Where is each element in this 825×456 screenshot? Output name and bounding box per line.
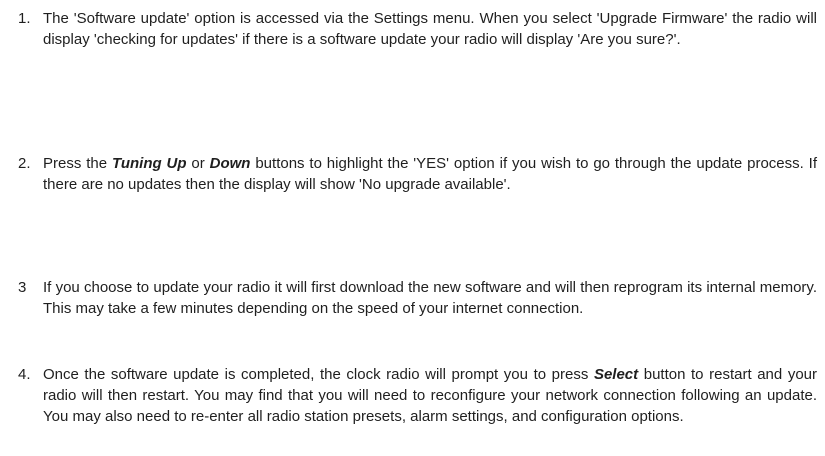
step-3-text: If you choose to update your radio it wi…: [43, 279, 817, 317]
step-number: 4.: [18, 366, 31, 383]
step-text: Once the software update is completed, t…: [43, 364, 817, 427]
tuning-up-button-label: Tuning Up: [111, 155, 187, 172]
step-text: Press the Tuning Up or Down buttons to h…: [43, 153, 817, 195]
step-number: 3: [18, 279, 27, 296]
step-1-text: The 'Software update' option is accessed…: [43, 10, 817, 48]
step-text: If you choose to update your radio it wi…: [43, 277, 817, 319]
step-number: 1.: [18, 10, 31, 27]
step-2-text-before: Press the: [43, 155, 112, 172]
step-2-text-middle: or: [186, 155, 210, 172]
step-number: 2.: [18, 155, 31, 172]
down-button-label: Down: [209, 155, 251, 172]
step-4-text-before: Once the software update is completed, t…: [43, 366, 594, 383]
step-text: The 'Software update' option is accessed…: [43, 8, 817, 50]
select-button-label: Select: [593, 366, 639, 383]
